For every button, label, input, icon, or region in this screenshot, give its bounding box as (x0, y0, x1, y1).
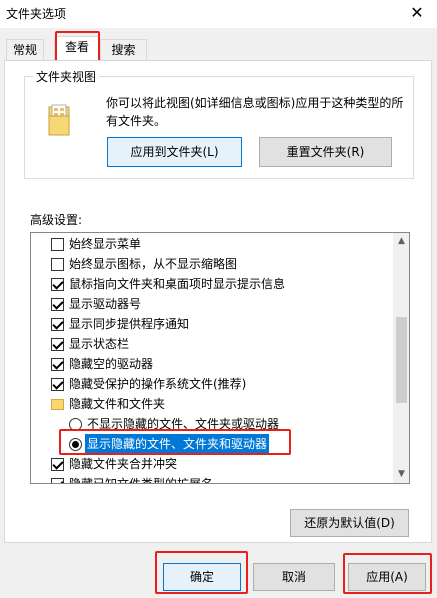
radio-button[interactable] (69, 418, 82, 431)
list-item[interactable]: 显示状态栏 (31, 334, 393, 354)
checkbox[interactable] (51, 358, 64, 371)
checkbox[interactable] (51, 298, 64, 311)
ok-button[interactable]: 确定 (163, 563, 241, 591)
list-item[interactable]: 隐藏文件夹合并冲突 (31, 454, 393, 474)
close-icon[interactable]: ✕ (404, 2, 430, 24)
tab-search[interactable]: 搜索 (100, 39, 147, 61)
list-item[interactable]: 显示隐藏的文件、文件夹和驱动器 (31, 434, 393, 454)
list-item-label: 显示状态栏 (69, 337, 130, 351)
list-item[interactable]: 始终显示菜单 (31, 234, 393, 254)
list-item-label: 不显示隐藏的文件、文件夹或驱动器 (87, 417, 280, 431)
apply-button[interactable]: 应用(A) (348, 563, 426, 591)
checkbox[interactable] (51, 258, 64, 271)
list-item-label: 显示驱动器号 (69, 297, 142, 311)
list-item[interactable]: 不显示隐藏的文件、文件夹或驱动器 (31, 414, 393, 434)
list-item-label: 隐藏受保护的操作系统文件(推荐) (69, 377, 247, 391)
checkbox[interactable] (51, 378, 64, 391)
folder-icon (51, 399, 64, 410)
title-bar: 文件夹选项 ✕ (0, 0, 437, 28)
list-item-label: 隐藏已知文件类型的扩展名 (69, 477, 214, 484)
radio-button[interactable] (69, 438, 82, 451)
list-item[interactable]: 显示驱动器号 (31, 294, 393, 314)
list-item[interactable]: 隐藏已知文件类型的扩展名 (31, 474, 393, 484)
cancel-button[interactable]: 取消 (253, 563, 335, 591)
list-item-label: 始终显示图标，从不显示缩略图 (69, 257, 238, 271)
folder-view-description: 你可以将此视图(如详细信息或图标)应用于这种类型的所有文件夹。 (106, 96, 404, 128)
checkbox[interactable] (51, 238, 64, 251)
checkbox[interactable] (51, 318, 64, 331)
folder-view-label: 文件夹视图 (33, 68, 100, 85)
checkbox[interactable] (51, 338, 64, 351)
list-item-label: 隐藏文件夹合并冲突 (69, 457, 178, 471)
list-item[interactable]: 隐藏受保护的操作系统文件(推荐) (31, 374, 393, 394)
tab-strip: 常规 查看 搜索 (0, 28, 437, 61)
list-item-label: 隐藏文件和文件夹 (69, 397, 166, 411)
reset-folders-button[interactable]: 重置文件夹(R) (259, 137, 392, 167)
list-item-label: 始终显示菜单 (69, 237, 142, 251)
list-item: 隐藏文件和文件夹 (31, 394, 393, 414)
list-item-label: 显示隐藏的文件、文件夹和驱动器 (85, 434, 270, 454)
scroll-down-icon[interactable]: ▼ (393, 466, 409, 483)
apply-to-folders-button[interactable]: 应用到文件夹(L) (107, 137, 242, 167)
list-item[interactable]: 始终显示图标，从不显示缩略图 (31, 254, 393, 274)
checkbox[interactable] (51, 458, 64, 471)
vertical-scrollbar[interactable]: ▲ ▼ (393, 233, 409, 483)
list-item-label: 隐藏空的驱动器 (69, 357, 154, 371)
list-item[interactable]: 显示同步提供程序通知 (31, 314, 393, 334)
folder-view-icon (48, 104, 70, 136)
list-item[interactable]: 鼠标指向文件夹和桌面项时显示提示信息 (31, 274, 393, 294)
checkbox[interactable] (51, 278, 64, 291)
restore-defaults-button[interactable]: 还原为默认值(D) (290, 509, 409, 537)
advanced-settings-list[interactable]: 始终显示菜单 始终显示图标，从不显示缩略图 鼠标指向文件夹和桌面项时显示提示信息… (30, 232, 410, 484)
window-title: 文件夹选项 (6, 7, 67, 21)
scroll-up-icon[interactable]: ▲ (393, 233, 409, 250)
scrollbar-thumb[interactable] (396, 317, 407, 403)
tab-view[interactable]: 查看 (54, 36, 100, 61)
advanced-settings-label: 高级设置: (30, 213, 83, 227)
list-item-label: 显示同步提供程序通知 (69, 317, 190, 331)
list-item-label: 鼠标指向文件夹和桌面项时显示提示信息 (69, 277, 286, 291)
tab-general[interactable]: 常规 (6, 39, 44, 61)
list-item[interactable]: 隐藏空的驱动器 (31, 354, 393, 374)
checkbox[interactable] (51, 478, 64, 483)
